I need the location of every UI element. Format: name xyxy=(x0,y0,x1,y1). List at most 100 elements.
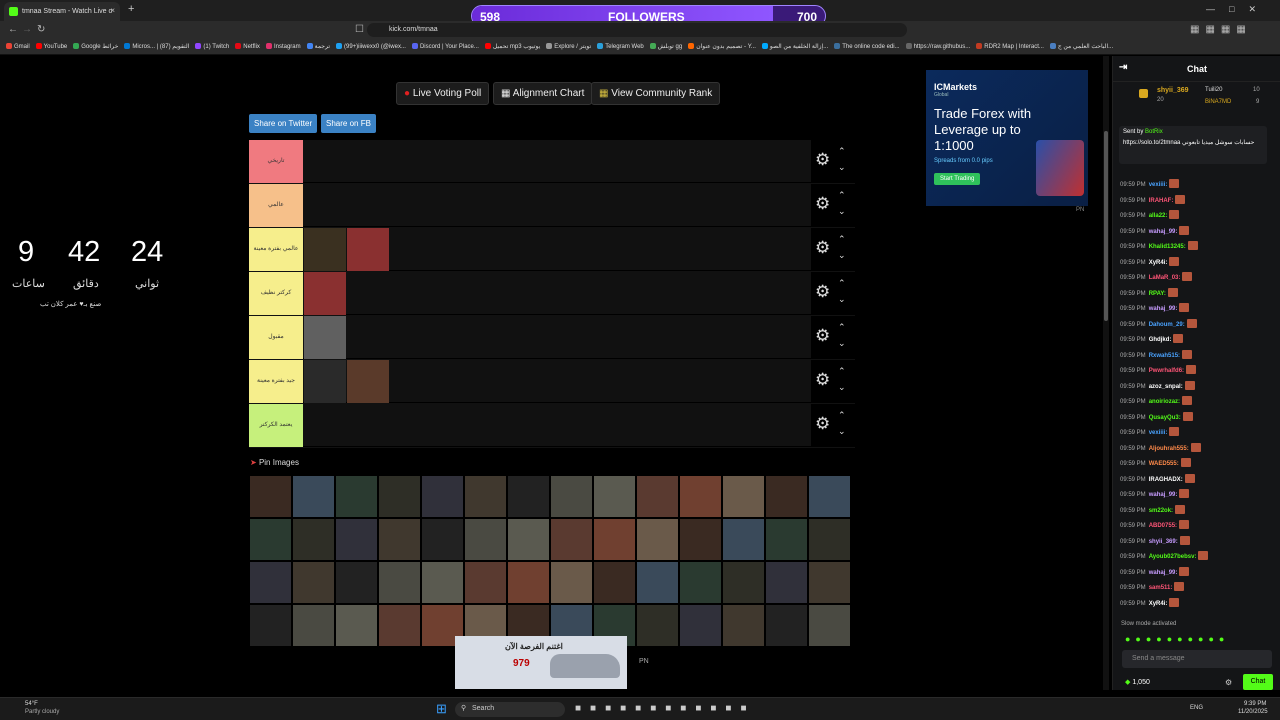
pin-image[interactable] xyxy=(808,561,851,604)
bookmark-item[interactable]: (1) Twitch xyxy=(195,43,229,50)
bookmark-item[interactable]: Netflix xyxy=(235,43,260,50)
forward-arrow-icon[interactable]: → xyxy=(22,24,32,35)
bookmark-item[interactable]: The online code edi... xyxy=(834,43,900,50)
reload-icon[interactable]: ↻ xyxy=(37,24,45,35)
tier-label[interactable]: عالمي xyxy=(249,184,303,227)
pin-image[interactable] xyxy=(464,561,507,604)
chat-username[interactable]: Ayoub027bebsv: xyxy=(1149,554,1197,560)
pin-image[interactable] xyxy=(378,475,421,518)
chat-username[interactable]: anoiriozaz: xyxy=(1149,399,1180,405)
bookmark-item[interactable]: تصميم بدون عنوان - Y... xyxy=(688,43,756,50)
alignment-chart-button[interactable]: ▦ Alignment Chart xyxy=(493,82,593,105)
chevron-down-icon[interactable]: ⌄ xyxy=(838,206,846,217)
pin-image[interactable] xyxy=(722,475,765,518)
pin-image[interactable] xyxy=(679,518,722,561)
bookmark-item[interactable]: Discord | Your Place... xyxy=(411,43,479,50)
third-gifter[interactable]: BiNA7MD xyxy=(1205,99,1231,105)
bookmark-item[interactable]: https://raw.githubus... xyxy=(905,43,970,50)
pin-image[interactable] xyxy=(593,518,636,561)
bookmark-item[interactable]: تحميل mp3 يوتيوب xyxy=(484,43,540,50)
pin-image[interactable] xyxy=(507,561,550,604)
pin-image[interactable] xyxy=(378,518,421,561)
pin-image[interactable] xyxy=(593,561,636,604)
tier-character-image[interactable] xyxy=(304,360,346,403)
chat-username[interactable]: Aljouhrah555: xyxy=(1149,446,1189,452)
close-window-button[interactable]: ✕ xyxy=(1248,4,1270,14)
start-trading-button[interactable]: Start Trading xyxy=(934,173,981,185)
chat-username[interactable]: LaMaR_03: xyxy=(1149,275,1181,281)
chat-username[interactable]: XyR4i: xyxy=(1149,601,1168,607)
weather-temp[interactable]: 54°F xyxy=(25,701,38,707)
minimize-button[interactable]: — xyxy=(1206,4,1229,14)
share-fb-button[interactable]: Share on FB xyxy=(321,114,376,133)
pin-image[interactable] xyxy=(249,475,292,518)
chat-username[interactable]: shyii_369: xyxy=(1149,539,1178,545)
live-voting-poll-button[interactable]: ● Live Voting Poll xyxy=(396,82,490,105)
chevron-down-icon[interactable]: ⌄ xyxy=(838,426,846,437)
tier-label[interactable]: تاريخي xyxy=(249,140,303,183)
tier-label[interactable]: مقبول xyxy=(249,316,303,359)
chat-input[interactable]: Send a message xyxy=(1122,650,1272,668)
tier-label[interactable]: يعتمد الكركتر xyxy=(249,404,303,447)
pin-image[interactable] xyxy=(722,604,765,647)
forex-ad[interactable]: ICMarkets Global Trade Forex with Levera… xyxy=(926,70,1088,206)
pin-image[interactable] xyxy=(507,475,550,518)
chat-username[interactable]: RPAY: xyxy=(1149,291,1166,297)
gear-icon[interactable]: ⚙ xyxy=(815,150,830,170)
bookmark-item[interactable]: توبلش gg xyxy=(649,43,682,50)
tier-label[interactable]: كركتر نظيف xyxy=(249,272,303,315)
tier-character-image[interactable] xyxy=(347,228,389,271)
gear-icon[interactable]: ⚙ xyxy=(815,370,830,390)
pin-image[interactable] xyxy=(249,561,292,604)
pin-image[interactable] xyxy=(292,518,335,561)
pin-image[interactable] xyxy=(765,518,808,561)
pin-image[interactable] xyxy=(808,475,851,518)
pin-image[interactable] xyxy=(765,561,808,604)
pin-image[interactable] xyxy=(292,604,335,647)
share-twitter-button[interactable]: Share on Twitter xyxy=(249,114,318,133)
pin-image[interactable] xyxy=(808,518,851,561)
chat-username[interactable]: Khalid13245: xyxy=(1149,244,1186,250)
channel-points[interactable]: ◆ 1,050 xyxy=(1125,678,1150,686)
pin-image[interactable] xyxy=(507,518,550,561)
pin-image[interactable] xyxy=(378,604,421,647)
pin-image[interactable] xyxy=(636,518,679,561)
page-scrollbar-thumb[interactable] xyxy=(1104,131,1108,321)
chevron-up-icon[interactable]: ⌃ xyxy=(838,410,846,421)
chevron-up-icon[interactable]: ⌃ xyxy=(838,366,846,377)
bookmark-item[interactable]: YouTube xyxy=(35,43,67,50)
pin-image[interactable] xyxy=(765,475,808,518)
tier-label[interactable]: عالمي بفترة معينة xyxy=(249,228,303,271)
pin-image[interactable] xyxy=(593,475,636,518)
chat-username[interactable]: IRAHAF: xyxy=(1149,198,1174,204)
bookmark-item[interactable]: الباحث العلمي من ج... xyxy=(1049,43,1113,50)
taskbar-apps[interactable]: ■■■■■■■■■■■■ xyxy=(575,703,755,714)
windows-start-icon[interactable]: ⊞ xyxy=(436,701,447,717)
new-tab-button[interactable]: + xyxy=(128,3,134,15)
chevron-down-icon[interactable]: ⌄ xyxy=(838,338,846,349)
emote-bar[interactable]: ●●●●●●●●●● xyxy=(1125,634,1229,644)
bookmark-item[interactable]: إزالة الخلفية من الصو... xyxy=(761,43,828,50)
pin-image[interactable] xyxy=(636,475,679,518)
gear-icon[interactable]: ⚙ xyxy=(815,194,830,214)
chat-username[interactable]: WAED555: xyxy=(1149,461,1179,467)
pin-image[interactable] xyxy=(464,518,507,561)
chat-username[interactable]: QusayQu3: xyxy=(1149,415,1181,421)
clock-time[interactable]: 9:39 PM xyxy=(1244,701,1266,707)
pin-image[interactable] xyxy=(378,561,421,604)
maximize-button[interactable]: □ xyxy=(1229,4,1248,14)
chat-username[interactable]: Pwwrhalfd6: xyxy=(1149,368,1184,374)
chat-username[interactable]: vexiiii: xyxy=(1149,430,1168,436)
pin-image[interactable] xyxy=(808,604,851,647)
pin-image[interactable] xyxy=(679,561,722,604)
chat-username[interactable]: sam511: xyxy=(1149,585,1173,591)
url-input[interactable]: kick.com/tmnaa xyxy=(367,23,907,37)
pin-image[interactable] xyxy=(335,475,378,518)
chevron-up-icon[interactable]: ⌃ xyxy=(838,234,846,245)
gear-icon[interactable]: ⚙ xyxy=(815,282,830,302)
pin-image[interactable] xyxy=(421,518,464,561)
send-chat-button[interactable]: Chat xyxy=(1243,674,1273,690)
chat-username[interactable]: IRAGHADX: xyxy=(1149,477,1183,483)
bookmark-item[interactable]: RDR2 Map | Interact... xyxy=(976,43,1044,50)
chevron-down-icon[interactable]: ⌄ xyxy=(838,294,846,305)
